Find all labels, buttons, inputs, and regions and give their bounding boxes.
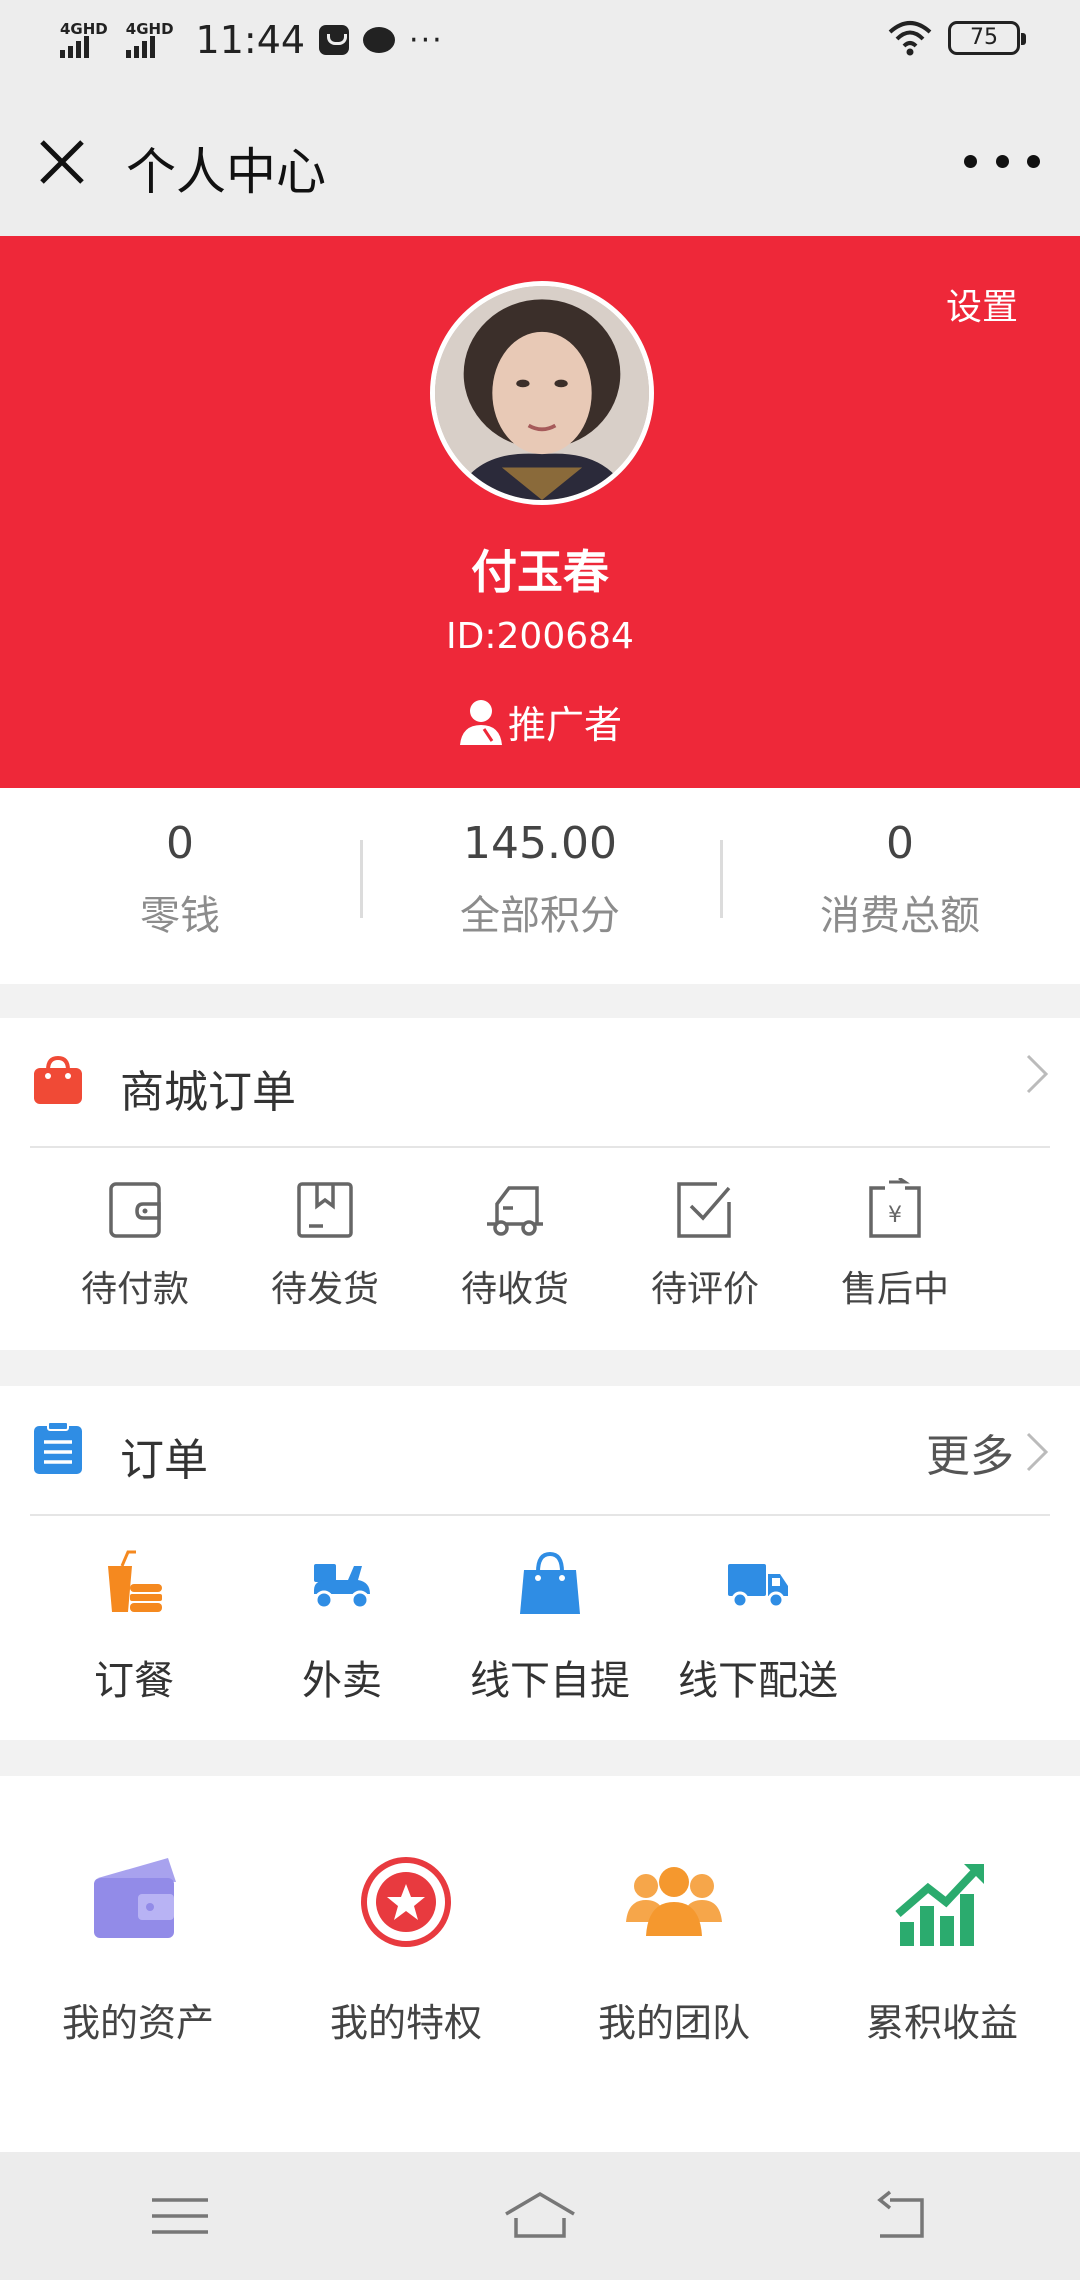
shopping-bag-notification-icon (319, 25, 350, 55)
order-status-label: 待付款 (80, 1269, 189, 1310)
stat-label: 全部积分 (460, 893, 620, 939)
delivery-truck-icon (728, 1564, 788, 1609)
orders-title: 订单 (120, 1435, 208, 1486)
stat-value: 0 (886, 818, 914, 869)
order-pending-payment[interactable]: 待付款 (40, 1148, 230, 1312)
more-icon[interactable] (964, 146, 1040, 176)
stat-value: 145.00 (463, 818, 617, 869)
order-type-label: 线下自提 (470, 1658, 630, 1704)
mall-orders-section: 商城订单 待付款 待发货 待收货 待评价 ¥ 售后中 (0, 1018, 1080, 1350)
signal-icon: 4GHD (125, 20, 174, 58)
order-status-label: 售后中 (840, 1269, 949, 1310)
stat-total-spent[interactable]: 0 消费总额 (720, 788, 1080, 984)
avatar[interactable] (430, 281, 654, 505)
order-type-label: 线下配送 (678, 1658, 838, 1704)
status-bar: 4GHD 4GHD 11:44 ··· 75 (0, 0, 1080, 84)
order-pending-shipment[interactable]: 待发货 (230, 1148, 420, 1312)
order-pending-review[interactable]: 待评价 (610, 1148, 800, 1312)
status-time: 11:44 (195, 18, 306, 62)
avatar-photo (435, 286, 649, 500)
order-type-label: 订餐 (94, 1658, 174, 1704)
box-icon (297, 1182, 353, 1238)
assets-section: 我的资产 我的特权 我的团队 累积收益 (0, 1776, 1080, 2152)
svg-text:¥: ¥ (888, 1203, 902, 1228)
settings-link[interactable]: 设置 (946, 278, 1018, 330)
my-privileges[interactable]: 我的特权 (276, 1776, 536, 2047)
truck-icon (487, 1186, 543, 1236)
stat-label: 零钱 (140, 893, 220, 939)
star-badge-icon (361, 1857, 451, 1947)
stat-value: 0 (166, 818, 194, 869)
role-label: 推广者 (507, 703, 622, 747)
order-pending-receipt[interactable]: 待收货 (420, 1148, 610, 1312)
home-icon[interactable] (502, 2188, 578, 2244)
asset-label: 我的团队 (597, 2001, 750, 2045)
my-team[interactable]: 我的团队 (544, 1776, 804, 2047)
close-icon[interactable] (30, 130, 94, 194)
order-status-label: 待评价 (650, 1269, 759, 1310)
signal-icon: 4GHD (60, 22, 108, 58)
page-title: 个人中心 (126, 143, 326, 201)
order-status-label: 待发货 (270, 1269, 379, 1310)
order-type-dine[interactable]: 订餐 (30, 1516, 238, 1706)
stat-points[interactable]: 145.00 全部积分 (360, 788, 720, 984)
menu-icon[interactable] (142, 2188, 218, 2244)
user-id: ID:200684 (446, 616, 634, 657)
bag-icon (520, 1551, 580, 1614)
scooter-icon (314, 1564, 370, 1610)
signal-label: 4GHD (60, 20, 108, 38)
asset-label: 我的特权 (329, 2001, 482, 2045)
meal-icon (108, 1550, 162, 1612)
order-type-delivery[interactable]: 线下配送 (654, 1516, 862, 1706)
order-type-takeout[interactable]: 外卖 (238, 1516, 446, 1706)
order-status-label: 待收货 (460, 1269, 569, 1310)
shopping-bag-icon (34, 1055, 82, 1104)
mall-orders-header[interactable]: 商城订单 (30, 1018, 1050, 1148)
wallet-icon (109, 1182, 161, 1238)
stats-bar: 0 零钱 145.00 全部积分 0 消费总额 (0, 788, 1080, 984)
check-icon (677, 1182, 731, 1238)
person-icon (459, 699, 502, 745)
stat-label: 消费总额 (820, 893, 980, 939)
wallet-card-icon (94, 1858, 176, 1938)
order-type-pickup[interactable]: 线下自提 (446, 1516, 654, 1706)
chat-notification-icon (363, 27, 396, 53)
asset-label: 我的资产 (61, 2001, 214, 2045)
accumulated-earnings[interactable]: 累积收益 (812, 1776, 1072, 2047)
clipboard-icon (34, 1421, 82, 1474)
more-label: 更多 (926, 1431, 1014, 1482)
user-role: 推广者 (0, 694, 1080, 749)
refund-icon: ¥ (869, 1176, 921, 1238)
order-after-sale[interactable]: ¥ 售后中 (800, 1148, 990, 1312)
mall-orders-title: 商城订单 (120, 1067, 296, 1118)
user-name: 付玉春 (471, 545, 609, 599)
title-bar: 个人中心 (0, 84, 1080, 236)
stat-change[interactable]: 0 零钱 (0, 788, 360, 984)
orders-section: 订单 更多 订餐 外卖 线下自提 线下配送 (0, 1386, 1080, 1740)
orders-header: 订单 更多 (30, 1386, 1050, 1516)
back-icon[interactable] (862, 2188, 938, 2244)
chevron-right-icon (1026, 1432, 1049, 1472)
my-assets[interactable]: 我的资产 (8, 1776, 268, 2047)
wifi-icon (888, 21, 932, 56)
signal-label: 4GHD (125, 20, 174, 38)
growth-chart-icon (895, 1864, 984, 1946)
system-nav-bar (0, 2152, 1080, 2280)
order-type-label: 外卖 (302, 1658, 382, 1704)
more-notifications-icon: ··· (409, 22, 444, 58)
team-icon (626, 1867, 722, 1936)
asset-label: 累积收益 (865, 2001, 1018, 2045)
more-link[interactable]: 更多 (926, 1420, 1050, 1484)
profile-header: 设置 付玉春 ID:200684 推广者 (0, 236, 1080, 788)
battery-icon: 75 (948, 21, 1026, 55)
chevron-right-icon (1026, 1054, 1049, 1094)
